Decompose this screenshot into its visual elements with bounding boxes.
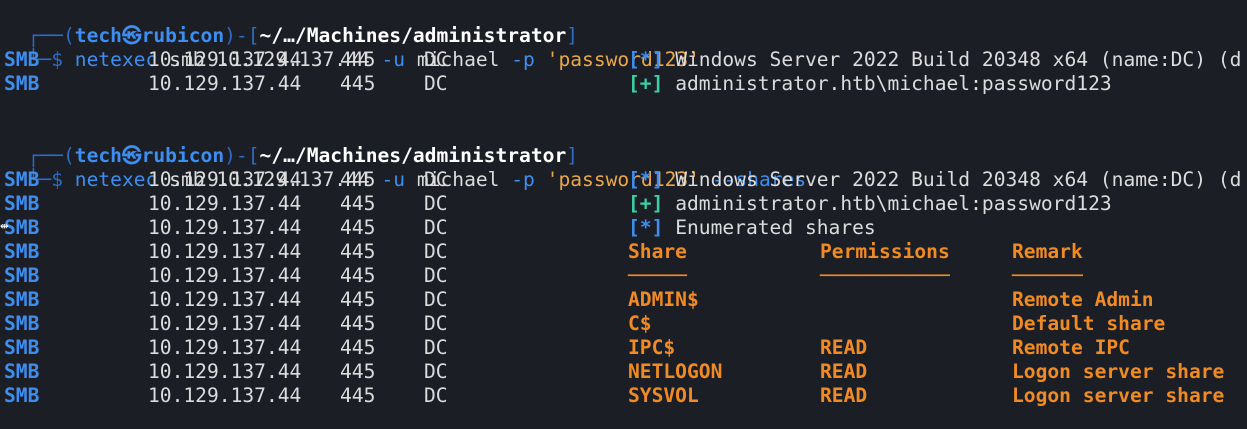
prompt-line-2: ┌──(tech㉿rubicon)-[~/…/Machines/administ… (4, 120, 578, 167)
enum-text: Enumerated shares (675, 216, 876, 239)
proto-col: SMB (4, 264, 40, 287)
ip-col: 10.129.137.44 (148, 48, 302, 71)
name-col: DC (424, 360, 448, 383)
port-col: 445 (340, 48, 376, 71)
proto-col: SMB (4, 360, 40, 383)
port-col: 445 (340, 336, 376, 359)
name-col: DC (424, 48, 448, 71)
port-col: 445 (340, 288, 376, 311)
share-header: Share (628, 240, 687, 263)
share-name: SYSVOL (628, 384, 699, 407)
proto-col: SMB (4, 48, 40, 71)
banner-text: Windows Server 2022 Build 20348 x64 (nam… (675, 48, 1242, 71)
share-permission: READ (820, 384, 868, 407)
output-row: SMB 10.129.137.44 445 DC [+] administrat… (4, 72, 1247, 96)
share-remark: Remote IPC (1012, 336, 1130, 359)
output-row: SMB 10.129.137.44 445 DC [*] Enumerated … (4, 216, 1247, 240)
permissions-underline: ─────────── (820, 264, 950, 287)
name-col: DC (424, 168, 448, 191)
info-tag: [*] (628, 216, 664, 239)
share-remark: Default share (1012, 312, 1166, 335)
auth-text: administrator.htb\michael:password123 (675, 192, 1112, 215)
ip-col: 10.129.137.44 (148, 72, 302, 95)
message: [*] Enumerated shares (628, 216, 876, 240)
ip-col: 10.129.137.44 (148, 360, 302, 383)
remark-header: Remark (1012, 240, 1083, 263)
output-row: SMB 10.129.137.44 445 DC [+] administrat… (4, 192, 1247, 216)
ip-col: 10.129.137.44 (148, 336, 302, 359)
share-remark: Logon server share (1012, 360, 1225, 383)
command-line-1[interactable]: └─$ netexec smb 10.129.137.44 -u michael… (4, 24, 700, 71)
share-underline-row: SMB 10.129.137.44 445 DC ───── ─────────… (4, 264, 1247, 288)
ip-col: 10.129.137.44 (148, 240, 302, 263)
proto-col: SMB (4, 384, 40, 407)
port-col: 445 (340, 72, 376, 95)
prompt-line-1: ┌──(tech㉿rubicon)-[~/…/Machines/administ… (4, 0, 578, 47)
proto-col: SMB (4, 168, 40, 191)
message: [+] administrator.htb\michael:password12… (628, 192, 1112, 216)
share-name: ADMIN$ (628, 288, 699, 311)
port-col: 445 (340, 360, 376, 383)
proto-col: SMB (4, 216, 40, 239)
share-name: C$ (628, 312, 652, 335)
ip-col: 10.129.137.44 (148, 168, 302, 191)
proto-col: SMB (4, 72, 40, 95)
name-col: DC (424, 216, 448, 239)
port-col: 445 (340, 312, 376, 335)
name-col: DC (424, 72, 448, 95)
name-col: DC (424, 288, 448, 311)
proto-col: SMB (4, 192, 40, 215)
share-underline: ───── (628, 264, 687, 287)
name-col: DC (424, 312, 448, 335)
output-row: SMB 10.129.137.44 445 DC [*] Windows Ser… (4, 48, 1247, 72)
ok-tag: [+] (628, 192, 664, 215)
ip-col: 10.129.137.44 (148, 192, 302, 215)
ip-col: 10.129.137.44 (148, 288, 302, 311)
port-col: 445 (340, 384, 376, 407)
share-remark: Logon server share (1012, 384, 1225, 407)
port-col: 445 (340, 216, 376, 239)
share-name: NETLOGON (628, 360, 723, 383)
name-col: DC (424, 336, 448, 359)
share-row: SMB 10.129.137.44 445 DC ADMIN$ Remote A… (4, 288, 1247, 312)
proto-col: SMB (4, 312, 40, 335)
port-col: 445 (340, 168, 376, 191)
proto-col: SMB (4, 336, 40, 359)
message: [*] Windows Server 2022 Build 20348 x64 … (628, 48, 1241, 72)
share-remark: Remote Admin (1012, 288, 1154, 311)
message: [*] Windows Server 2022 Build 20348 x64 … (628, 168, 1241, 192)
info-tag: [*] (628, 48, 664, 71)
proto-col: SMB (4, 240, 40, 263)
permissions-header: Permissions (820, 240, 950, 263)
banner-text: Windows Server 2022 Build 20348 x64 (nam… (675, 168, 1242, 191)
share-row: SMB 10.129.137.44 445 DC C$ Default shar… (4, 312, 1247, 336)
share-header-row: SMB 10.129.137.44 445 DC Share Permissio… (4, 240, 1247, 264)
auth-text: administrator.htb\michael:password123 (675, 72, 1112, 95)
output-row: SMB 10.129.137.44 445 DC [*] Windows Ser… (4, 168, 1247, 192)
command-line-2[interactable]: └─$ netexec smb 10.129.137.44 -u michael… (4, 144, 807, 191)
proto-col: SMB (4, 288, 40, 311)
ip-col: 10.129.137.44 (148, 216, 302, 239)
share-row: SMB 10.129.137.44 445 DC NETLOGON READ L… (4, 360, 1247, 384)
name-col: DC (424, 192, 448, 215)
remark-underline: ────── (1012, 264, 1083, 287)
mouse-cursor-icon: ⇹ (0, 218, 9, 234)
name-col: DC (424, 384, 448, 407)
message: [+] administrator.htb\michael:password12… (628, 72, 1112, 96)
port-col: 445 (340, 192, 376, 215)
ip-col: 10.129.137.44 (148, 264, 302, 287)
info-tag: [*] (628, 168, 664, 191)
ok-tag: [+] (628, 72, 664, 95)
name-col: DC (424, 240, 448, 263)
share-name: IPC$ (628, 336, 676, 359)
share-row: SMB 10.129.137.44 445 DC SYSVOL READ Log… (4, 384, 1247, 408)
name-col: DC (424, 264, 448, 287)
share-permission: READ (820, 336, 868, 359)
share-permission: READ (820, 360, 868, 383)
port-col: 445 (340, 240, 376, 263)
share-row: SMB 10.129.137.44 445 DC IPC$ READ Remot… (4, 336, 1247, 360)
port-col: 445 (340, 264, 376, 287)
ip-col: 10.129.137.44 (148, 384, 302, 407)
ip-col: 10.129.137.44 (148, 312, 302, 335)
